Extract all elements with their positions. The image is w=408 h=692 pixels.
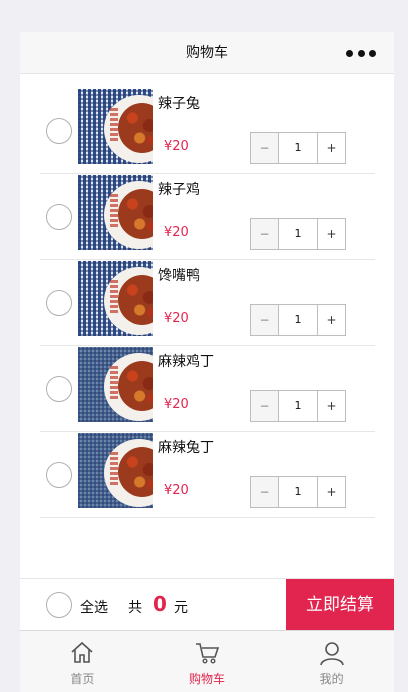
item-price: ¥20	[164, 397, 189, 412]
quantity-value[interactable]: 1	[278, 305, 318, 335]
total-unit: 元	[174, 600, 188, 616]
tab-profile[interactable]: 我的	[269, 631, 394, 692]
quantity-stepper: − 1 +	[250, 304, 346, 336]
home-icon	[71, 641, 93, 663]
user-icon	[319, 642, 344, 666]
item-thumbnail	[78, 347, 153, 422]
increase-button[interactable]: +	[318, 219, 345, 249]
tab-cart[interactable]: 购物车	[145, 631, 270, 692]
phone-screen: 购物车 辣子兔 ¥20 − 1 + 辣子鸡 ¥20 − 1 + 馋嘴鸭 ¥20 …	[20, 32, 394, 692]
cart-item: 麻辣兔丁 ¥20 − 1 +	[40, 432, 375, 518]
tab-home[interactable]: 首页	[20, 631, 145, 692]
tab-label: 首页	[70, 672, 95, 686]
item-name: 辣子鸡	[158, 182, 200, 198]
item-name: 麻辣兔丁	[158, 440, 214, 456]
quantity-stepper: − 1 +	[250, 390, 346, 422]
total-prefix: 共	[128, 600, 142, 616]
increase-button[interactable]: +	[318, 133, 345, 163]
cart-item: 辣子兔 ¥20 − 1 +	[40, 88, 375, 174]
checkout-button[interactable]: 立即结算	[286, 579, 394, 631]
quantity-stepper: − 1 +	[250, 132, 346, 164]
cart-item: 辣子鸡 ¥20 − 1 +	[40, 174, 375, 260]
item-thumbnail	[78, 175, 153, 250]
cart-item: 馋嘴鸭 ¥20 − 1 +	[40, 260, 375, 346]
item-price: ¥20	[164, 483, 189, 498]
cart-icon	[196, 643, 220, 664]
navbar: 购物车	[20, 32, 394, 74]
page-title: 购物车	[186, 45, 228, 61]
item-price: ¥20	[164, 225, 189, 240]
item-thumbnail	[78, 89, 153, 164]
item-checkbox[interactable]	[46, 376, 72, 402]
increase-button[interactable]: +	[318, 391, 345, 421]
quantity-stepper: − 1 +	[250, 476, 346, 508]
item-price: ¥20	[164, 139, 189, 154]
decrease-button[interactable]: −	[251, 133, 278, 163]
increase-button[interactable]: +	[318, 305, 345, 335]
tab-label: 我的	[319, 672, 344, 686]
checkout-bar: 全选 共 0 元 立即结算	[20, 578, 394, 631]
increase-button[interactable]: +	[318, 477, 345, 507]
quantity-value[interactable]: 1	[278, 477, 318, 507]
item-checkbox[interactable]	[46, 290, 72, 316]
quantity-value[interactable]: 1	[278, 219, 318, 249]
decrease-button[interactable]: −	[251, 477, 278, 507]
item-thumbnail	[78, 261, 153, 336]
cart-item: 麻辣鸡丁 ¥20 − 1 +	[40, 346, 375, 432]
select-all-checkbox[interactable]	[46, 592, 72, 618]
item-name: 馋嘴鸭	[158, 268, 200, 284]
item-name: 辣子兔	[158, 96, 200, 112]
total-amount: 0	[153, 592, 167, 616]
select-all-label[interactable]: 全选	[80, 597, 108, 617]
quantity-value[interactable]: 1	[278, 133, 318, 163]
item-price: ¥20	[164, 311, 189, 326]
item-checkbox[interactable]	[46, 204, 72, 230]
item-name: 麻辣鸡丁	[158, 354, 214, 370]
decrease-button[interactable]: −	[251, 391, 278, 421]
quantity-value[interactable]: 1	[278, 391, 318, 421]
more-icon[interactable]	[346, 49, 376, 57]
item-checkbox[interactable]	[46, 462, 72, 488]
tab-bar: 首页 购物车 我的	[20, 630, 394, 692]
decrease-button[interactable]: −	[251, 219, 278, 249]
decrease-button[interactable]: −	[251, 305, 278, 335]
tab-label: 购物车	[189, 672, 226, 686]
item-thumbnail	[78, 433, 153, 508]
item-checkbox[interactable]	[46, 118, 72, 144]
quantity-stepper: − 1 +	[250, 218, 346, 250]
cart-list: 辣子兔 ¥20 − 1 + 辣子鸡 ¥20 − 1 + 馋嘴鸭 ¥20 − 1 …	[40, 88, 375, 518]
